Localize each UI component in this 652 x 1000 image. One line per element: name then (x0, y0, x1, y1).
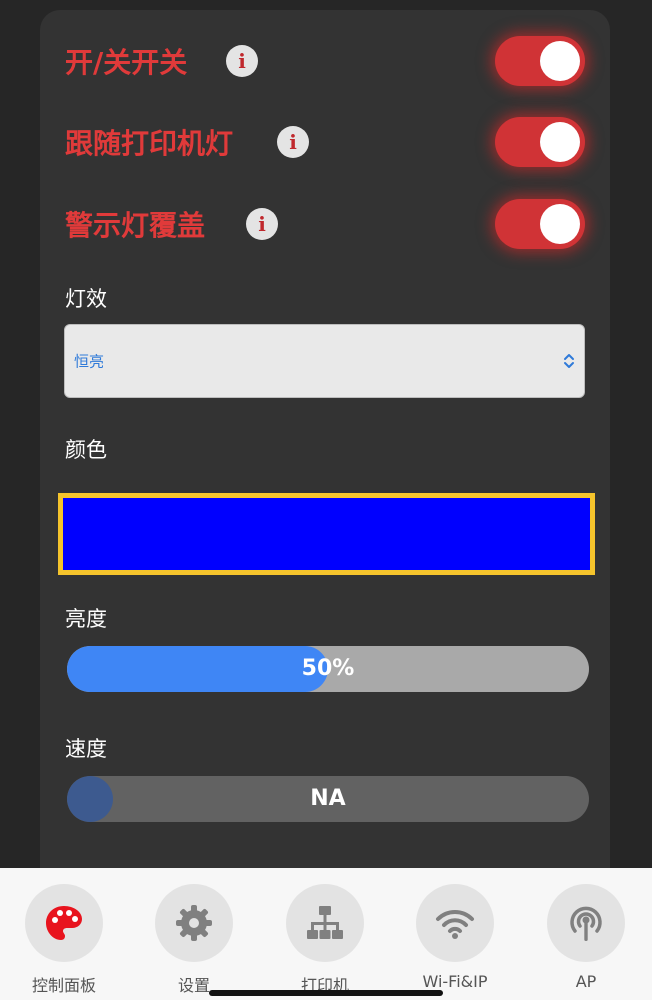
switch-knob (540, 204, 580, 244)
speed-value: NA (310, 786, 346, 811)
power-switch[interactable] (495, 36, 585, 86)
palette-icon (25, 884, 103, 962)
brightness-value: 50% (301, 656, 355, 681)
color-picker[interactable] (58, 493, 595, 575)
warning-light-override-label: 警示灯覆盖 (65, 209, 206, 242)
speed-label: 速度 (65, 737, 107, 761)
power-toggle-label: 开/关开关 (65, 46, 188, 79)
tab-control-panel[interactable]: 控制面板 (14, 868, 114, 1000)
switch-knob (540, 122, 580, 162)
toggle-row-follow-printer-light: 跟随打印机灯 i (40, 112, 610, 172)
bottom-tab-bar: 控制面板 设置 打印机 Wi-Fi&IP AP (0, 868, 652, 1000)
tab-wifi-ip[interactable]: Wi-Fi&IP (405, 868, 505, 1000)
toggle-row-warning-light-override: 警示灯覆盖 i (40, 194, 610, 254)
tab-label: 控制面板 (31, 976, 96, 995)
chevron-up-down-icon (564, 354, 574, 368)
color-label: 颜色 (65, 438, 107, 462)
gear-icon (155, 884, 233, 962)
speed-slider[interactable]: NA (67, 776, 589, 822)
tab-printer[interactable]: 打印机 (275, 868, 375, 1000)
network-icon (286, 884, 364, 962)
tab-ap[interactable]: AP (536, 868, 636, 1000)
tab-settings[interactable]: 设置 (144, 868, 244, 1000)
tab-label: Wi-Fi&IP (422, 972, 488, 991)
home-indicator (209, 990, 443, 996)
wifi-icon (416, 884, 494, 962)
brightness-slider[interactable]: 50% (67, 646, 589, 692)
antenna-icon (547, 884, 625, 962)
switch-knob (540, 41, 580, 81)
brightness-label: 亮度 (65, 607, 107, 631)
info-icon[interactable]: i (246, 208, 278, 240)
control-panel-card: 开/关开关 i 跟随打印机灯 i 警示灯覆盖 i 灯效 恒亮 颜色 亮度 50%… (40, 10, 610, 890)
warning-light-override-switch[interactable] (495, 199, 585, 249)
info-icon[interactable]: i (226, 45, 258, 77)
effect-select[interactable]: 恒亮 (64, 324, 585, 398)
effect-label: 灯效 (65, 287, 107, 311)
follow-printer-light-switch[interactable] (495, 117, 585, 167)
info-icon[interactable]: i (277, 126, 309, 158)
tab-label: AP (575, 972, 597, 991)
effect-select-value: 恒亮 (74, 352, 105, 371)
toggle-row-power: 开/关开关 i (40, 31, 610, 91)
follow-printer-light-label: 跟随打印机灯 (65, 127, 234, 160)
